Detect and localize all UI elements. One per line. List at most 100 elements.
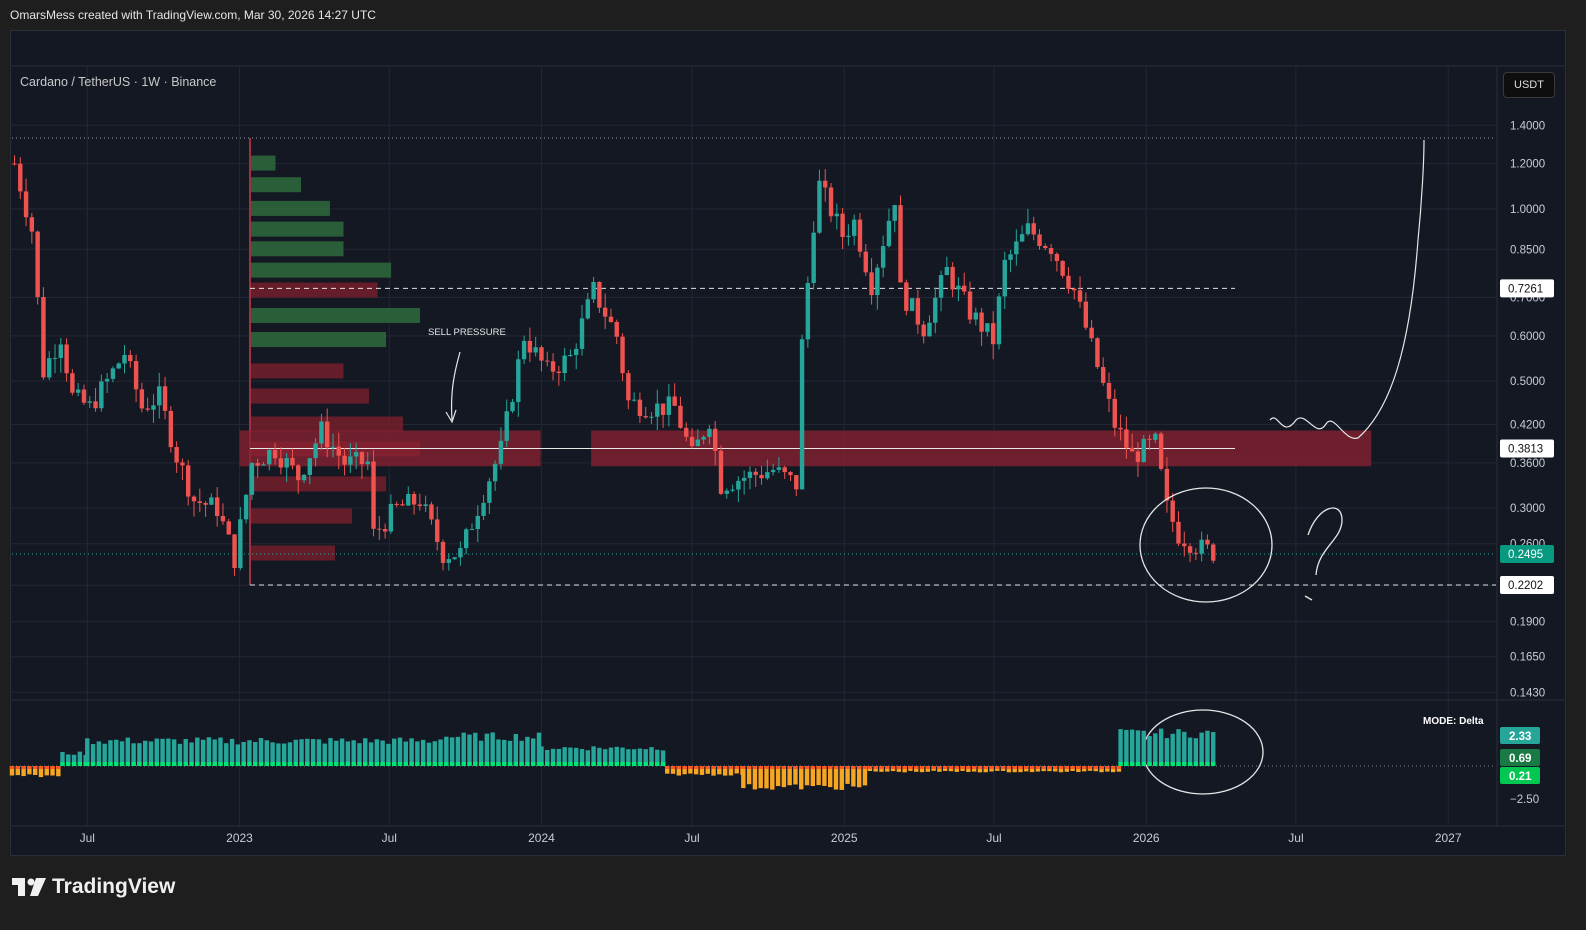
- vp-row-down: [250, 363, 344, 379]
- delta-bar-base: [328, 762, 333, 766]
- time-tick-label: 2026: [1133, 831, 1160, 845]
- delta-bar-up: [444, 736, 449, 766]
- candle-up: [151, 405, 156, 410]
- candle-down: [1072, 288, 1077, 291]
- delta-bar-base: [1135, 762, 1141, 766]
- indicator-label-text: 0.21: [1509, 771, 1532, 783]
- delta-bar-base: [1176, 762, 1181, 766]
- candle-up: [1025, 223, 1031, 235]
- candle-down: [255, 463, 260, 466]
- candle-up: [579, 318, 585, 349]
- delta-bar-up: [484, 733, 490, 766]
- candle-up: [319, 421, 324, 444]
- candle-down: [296, 465, 301, 481]
- delta-bar-down-base: [1087, 766, 1093, 769]
- delta-bar-up: [305, 738, 310, 766]
- price-label-text: 0.3813: [1508, 444, 1543, 456]
- candle-up: [498, 440, 504, 464]
- candle-up: [504, 411, 509, 441]
- candle-down: [1205, 539, 1210, 545]
- delta-bar-down-base: [873, 766, 878, 769]
- delta-bar-down-base: [902, 766, 907, 769]
- candle-down: [411, 493, 417, 505]
- price-label-text: 0.2495: [1508, 549, 1543, 561]
- indicator-label-text: 0.69: [1509, 753, 1531, 765]
- candle-down: [620, 336, 625, 374]
- candle-up: [730, 489, 735, 491]
- delta-bar-down-base: [799, 766, 804, 769]
- delta-bar-up: [490, 732, 495, 766]
- time-tick-label: Jul: [684, 831, 699, 845]
- candle-up: [365, 461, 370, 465]
- delta-bar-base: [60, 762, 65, 766]
- delta-bar-down-base: [1099, 766, 1104, 769]
- delta-bar-down-base: [711, 766, 716, 769]
- delta-bar-down-base: [752, 766, 758, 769]
- price-axis[interactable]: 1.40001.20001.00000.85000.70000.60000.50…: [1500, 120, 1554, 806]
- delta-bar-down: [758, 766, 763, 789]
- time-axis[interactable]: Jul 2023 Jul 2024 Jul 2025 Jul 2026 Jul 2027: [80, 831, 1462, 845]
- candle-down: [823, 180, 828, 188]
- candle-up: [655, 403, 660, 417]
- currency-button[interactable]: USDT: [1503, 72, 1555, 98]
- chart-canvas[interactable]: SELL PRESSURE MODE: Delta 1.4000 1.2000 1.…: [0, 0, 1586, 930]
- delta-bar-base: [351, 762, 356, 766]
- candle-down: [759, 474, 764, 479]
- delta-bar-base: [264, 762, 270, 766]
- delta-bar-base: [380, 762, 385, 766]
- delta-bar-base: [496, 762, 501, 766]
- delta-bar-base: [467, 762, 472, 766]
- symbol-description[interactable]: Cardano / TetherUS · 1W · Binance: [20, 75, 216, 89]
- tradingview-logo-icon: [12, 878, 46, 896]
- price-tick-label: 1.0000: [1510, 204, 1545, 216]
- delta-bar-base: [386, 762, 391, 766]
- delta-bar-base: [310, 762, 316, 766]
- delta-bar-down: [839, 766, 844, 790]
- delta-bar-down: [851, 766, 856, 787]
- delta-bar-down-base: [1047, 766, 1052, 769]
- delta-bar-down-base: [38, 766, 44, 769]
- candle-up: [834, 213, 840, 217]
- candle-down: [145, 408, 150, 410]
- delta-bar-base: [602, 762, 608, 766]
- delta-bar-up: [258, 738, 264, 766]
- candle-down: [226, 521, 231, 535]
- delta-bar-up: [85, 738, 90, 766]
- candle-up: [481, 502, 486, 516]
- vp-row-up: [250, 200, 330, 216]
- delta-bar-up: [467, 734, 472, 766]
- candle-down: [660, 403, 666, 415]
- delta-bar-base: [444, 762, 449, 766]
- delta-bar-base: [235, 762, 241, 766]
- delta-bar-down-base: [1081, 766, 1087, 769]
- candle-down: [197, 501, 202, 504]
- candle-down: [1112, 398, 1117, 428]
- delta-bar-base: [1153, 762, 1158, 766]
- candle-down: [81, 389, 87, 403]
- candle-up: [116, 363, 121, 369]
- time-tick-label: 2023: [226, 831, 253, 845]
- tradingview-brand[interactable]: TradingView: [12, 874, 175, 900]
- delta-bar-up: [229, 738, 235, 766]
- delta-bar-up: [183, 739, 188, 766]
- candle-down: [626, 373, 631, 401]
- delta-bar-base: [1193, 762, 1199, 766]
- delta-bar-base: [539, 762, 544, 766]
- candle-up: [649, 416, 654, 418]
- delta-indicator: MODE: Delta: [9, 716, 1496, 790]
- delta-bar-up: [328, 738, 333, 766]
- delta-bar-base: [305, 762, 310, 766]
- candle-up: [846, 235, 851, 237]
- candle-down: [1135, 451, 1141, 462]
- candle-down: [527, 340, 533, 353]
- brand-name: TradingView: [52, 875, 176, 898]
- delta-bar-base: [131, 762, 136, 766]
- candle-up: [238, 519, 243, 569]
- vp-row-up: [250, 221, 344, 237]
- delta-bar-base: [96, 762, 102, 766]
- delta-bar-base: [415, 762, 420, 766]
- delta-bar-down-base: [1076, 766, 1081, 769]
- delta-bar-base: [183, 762, 188, 766]
- delta-bar-base: [585, 762, 590, 766]
- delta-bar-base: [455, 762, 461, 766]
